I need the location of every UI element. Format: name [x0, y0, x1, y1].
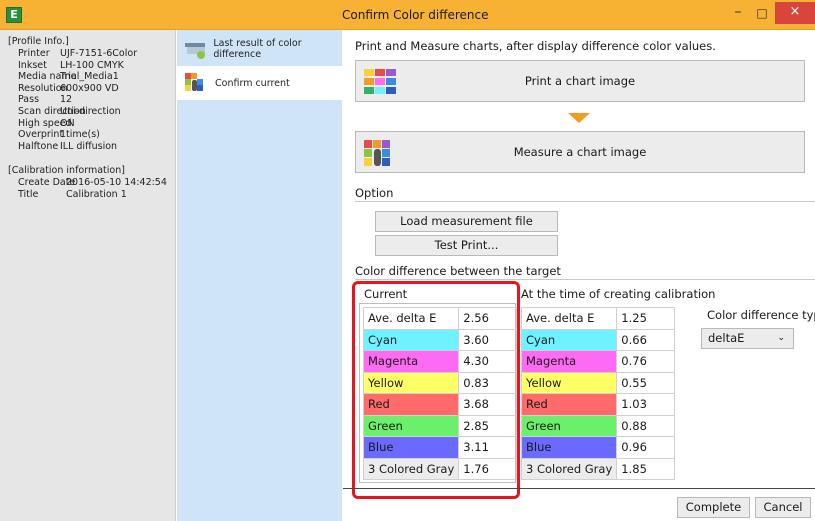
table-row: Red 1.03	[520, 393, 676, 416]
color-difference-type-select[interactable]: deltaE ⌄	[701, 328, 794, 349]
highlight-frame	[352, 281, 520, 499]
print-chart-button[interactable]: Print a chart image	[355, 60, 805, 102]
color-name: Red	[520, 393, 618, 416]
color-name: Blue	[520, 436, 618, 459]
divider	[355, 201, 815, 202]
color-difference-type-label: Color difference type	[707, 308, 815, 322]
select-value: deltaE	[708, 331, 745, 345]
color-difference-heading: Color difference between the target	[355, 264, 561, 278]
table-row: Blue 0.96	[520, 436, 676, 459]
chevron-down-icon: ⌄	[777, 333, 785, 343]
divider	[355, 279, 815, 280]
cancel-button[interactable]: Cancel	[755, 497, 811, 518]
profile-value: ON	[60, 117, 75, 129]
option-heading: Option	[355, 186, 394, 200]
calibration-value: Calibration 1	[66, 188, 127, 200]
profile-header: [Profile Info.]	[8, 36, 69, 47]
profile-key: Media name	[18, 71, 77, 83]
measure-icon	[185, 73, 207, 93]
table-row: Yellow 0.55	[520, 371, 676, 394]
profile-value: ILL diffusion	[60, 140, 118, 152]
measure-chart-label: Measure a chart image	[513, 145, 647, 159]
complete-button[interactable]: Complete	[677, 497, 750, 518]
close-button[interactable]: ×	[775, 2, 815, 24]
profile-key: High speed	[18, 117, 72, 129]
table-row: Green 0.88	[520, 414, 676, 437]
profile-value: 12	[60, 94, 73, 106]
window-title: Confirm Color difference	[342, 8, 489, 22]
calibration-key: Create Date	[18, 177, 76, 189]
measure-chart-button[interactable]: Measure a chart image	[355, 131, 805, 173]
delta-value: 0.96	[616, 436, 676, 459]
color-name: Green	[520, 414, 618, 437]
profile-row: Scan direction Uni-direction	[8, 106, 175, 118]
profile-value: LH-100 CMYK	[60, 59, 124, 71]
maximize-button[interactable]: □	[752, 5, 772, 23]
table-row: 3 Colored Gray 1.85	[520, 457, 676, 480]
calibration-value: 2016-05-10 14:42:54	[66, 177, 167, 189]
profile-value: Uni-direction	[60, 105, 121, 117]
divider	[343, 488, 815, 489]
calibration-header: [Calibration information]	[8, 165, 125, 177]
profile-key: Pass	[18, 94, 40, 106]
nav-item-label: Confirm current	[215, 77, 290, 89]
color-name: Magenta	[520, 350, 618, 373]
print-chart-label: Print a chart image	[524, 74, 636, 88]
profile-row: Printer UJF-7151-6Color	[8, 48, 175, 60]
profile-row: High speed ON	[8, 118, 175, 130]
profile-key: Overprint	[18, 129, 64, 141]
arrow-down-icon	[568, 113, 590, 123]
profile-row: Overprint 1time(s)	[8, 129, 175, 141]
profile-row: Halftone ILL diffusion	[8, 141, 175, 153]
profile-value: UJF-7151-6Color	[60, 48, 138, 59]
delta-value: 0.76	[616, 350, 676, 373]
profile-row: Pass 12	[8, 94, 175, 106]
calibration-row: Title Calibration 1	[8, 189, 175, 201]
profile-value: 600x900 VD	[60, 82, 119, 94]
table-row: Magenta 0.76	[520, 350, 676, 373]
nav-item-confirm-current[interactable]: Confirm current	[177, 66, 342, 100]
delta-value: 1.03	[616, 393, 676, 416]
app-logo-icon: E	[6, 7, 22, 23]
profile-info-panel: [Profile Info.] Printer UJF-7151-6Color I…	[0, 30, 176, 521]
test-print-button[interactable]: Test Print...	[375, 235, 558, 256]
delta-value: 0.55	[616, 371, 676, 394]
color-name: Ave. delta E	[520, 307, 618, 330]
profile-row: Resolution 600x900 VD	[8, 83, 175, 95]
profile-value: Trial_Media1	[60, 71, 119, 83]
table-row: Cyan 0.66	[520, 328, 676, 351]
color-name: 3 Colored Gray	[520, 457, 618, 480]
calibration-row: Create Date 2016-05-10 14:42:54	[8, 177, 175, 189]
nav-item-label: Last result of color difference	[213, 38, 302, 60]
delta-value: 1.25	[616, 307, 676, 330]
profile-key: Scan direction	[18, 105, 86, 117]
nav-item-last-result[interactable]: Last result of color difference	[177, 32, 342, 66]
profile-row: Inkset LH-100 CMYK	[8, 60, 175, 72]
color-name: Cyan	[520, 328, 618, 351]
table-row: Ave. delta E 1.25	[520, 307, 676, 330]
calibration-key: Title	[18, 188, 39, 200]
calibration-table-title: At the time of creating calibration	[521, 287, 716, 301]
delta-value: 1.85	[616, 457, 676, 480]
delta-value: 0.88	[616, 414, 676, 437]
profile-key: Printer	[18, 48, 50, 59]
minimize-button[interactable]: –	[728, 5, 748, 23]
main-panel: Print and Measure charts, after display …	[343, 30, 815, 521]
profile-key: Halftone	[18, 140, 59, 152]
profile-key: Resolution	[18, 82, 68, 94]
title-bar: E Confirm Color difference – □ ×	[0, 0, 815, 30]
nav-panel: Last result of color difference Confirm …	[177, 30, 342, 521]
profile-key: Inkset	[18, 59, 47, 71]
intro-text: Print and Measure charts, after display …	[355, 39, 716, 53]
profile-row: Media name Trial_Media1	[8, 71, 175, 83]
delta-value: 0.66	[616, 328, 676, 351]
profile-value: 1time(s)	[60, 129, 100, 141]
calibration-table: Ave. delta E 1.25 Cyan 0.66 Magenta 0.76 Ye…	[520, 307, 676, 480]
load-measurement-button[interactable]: Load measurement file	[375, 211, 558, 232]
color-name: Yellow	[520, 371, 618, 394]
printer-icon	[185, 39, 206, 59]
